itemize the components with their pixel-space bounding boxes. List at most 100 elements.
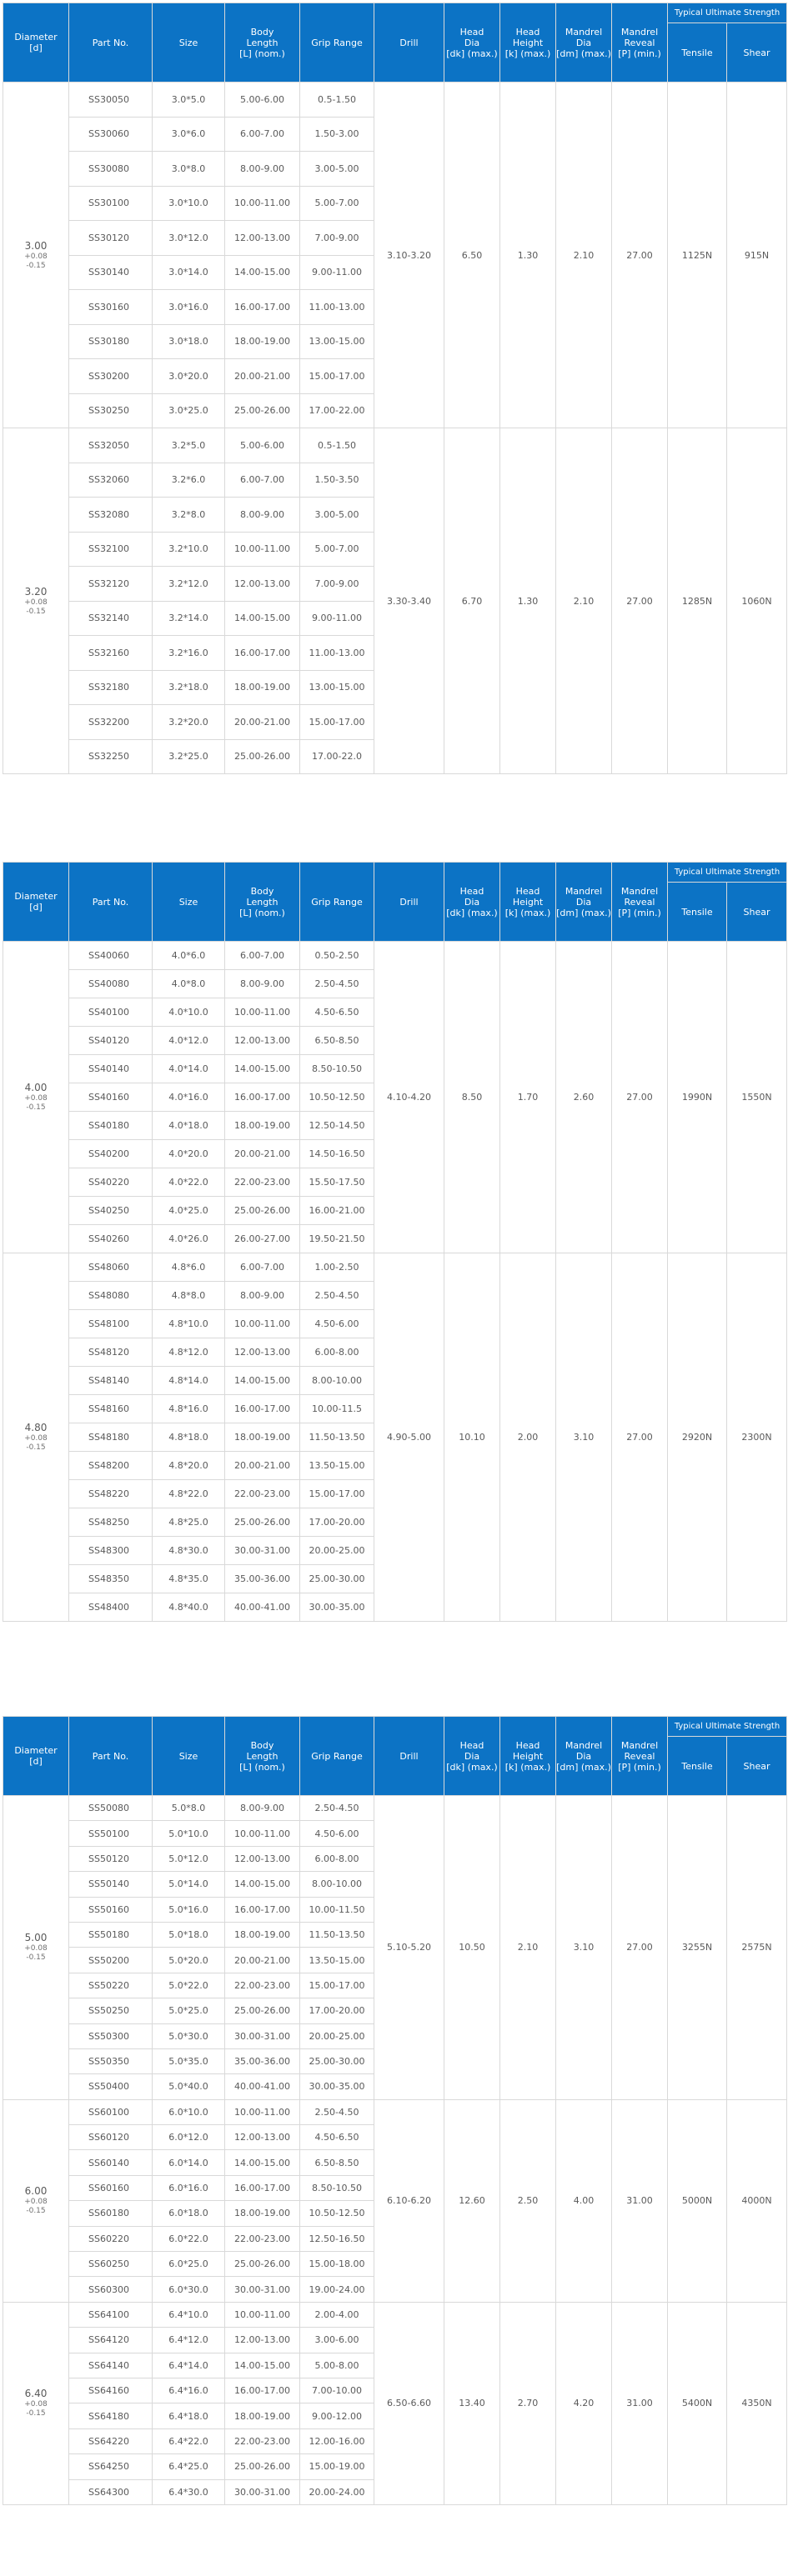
size-cell: 4.0*20.0 <box>152 1139 225 1168</box>
body-length-cell: 14.00-15.00 <box>224 2352 300 2378</box>
header-drill: Drill <box>374 1716 444 1796</box>
drill-cell: 4.90-5.00 <box>374 1253 444 1622</box>
header-tensile: Tensile <box>667 882 727 942</box>
diameter-tolerance-minus: -0.15 <box>26 2207 46 2216</box>
size-cell: 6.4*14.0 <box>152 2352 225 2378</box>
grip-range-cell: 12.50-16.50 <box>299 2225 374 2253</box>
header-body-length-line: [L] (nom.) <box>239 1761 285 1773</box>
header-head-height: Head Height [k] (max.) <box>499 1716 556 1796</box>
size-cell: 3.2*16.0 <box>152 635 225 671</box>
part-number-cell: SS48160 <box>68 1394 153 1423</box>
grip-range-cell: 2.50-4.50 <box>299 1794 374 1822</box>
header-body-length: Body Length [L] (nom.) <box>224 3 300 83</box>
part-number-cell: SS32160 <box>68 635 153 671</box>
header-head-height-line: [k] (max.) <box>504 907 551 918</box>
table-body: 4.00 +0.08 -0.15 SS40060 4.0*6.0 6.00-7.00 0.5… <box>3 941 788 1622</box>
size-cell: 6.0*22.0 <box>152 2225 225 2253</box>
grip-range-cell: 8.00-10.00 <box>299 1366 374 1395</box>
part-number-cell: SS40180 <box>68 1111 153 1140</box>
size-cell: 3.2*25.0 <box>152 738 225 774</box>
tensile-cell: 5400N <box>667 2301 727 2505</box>
header-body-length: Body Length [L] (nom.) <box>224 862 300 942</box>
part-number-cell: SS30100 <box>68 185 153 221</box>
part-number-cell: SS30200 <box>68 358 153 394</box>
grip-range-cell: 15.50-17.50 <box>299 1168 374 1197</box>
header-head-height-line: [k] (max.) <box>504 1761 551 1773</box>
body-length-cell: 8.00-9.00 <box>224 151 300 187</box>
part-number-cell: SS64250 <box>68 2453 153 2480</box>
part-number-cell: SS32060 <box>68 462 153 498</box>
grip-range-cell: 20.00-24.00 <box>299 2478 374 2505</box>
part-number-cell: SS30080 <box>68 151 153 187</box>
size-cell: 4.8*35.0 <box>152 1564 225 1593</box>
body-length-cell: 25.00-26.00 <box>224 1196 300 1225</box>
grip-range-cell: 17.00-22.0 <box>299 738 374 774</box>
shear-cell: 1550N <box>725 941 788 1253</box>
grip-range-cell: 10.00-11.5 <box>299 1394 374 1423</box>
size-cell: 5.0*16.0 <box>152 1896 225 1923</box>
size-cell: 6.0*10.0 <box>152 2098 225 2126</box>
header-mandrel-dia-line: Mandrel <box>565 1739 603 1751</box>
size-cell: 3.0*6.0 <box>152 116 225 152</box>
grip-range-cell: 2.00-4.00 <box>299 2301 374 2328</box>
part-number-cell: SS64220 <box>68 2428 153 2455</box>
body-length-cell: 18.00-19.00 <box>224 1423 300 1452</box>
header-diameter-line: Diameter <box>14 1745 58 1756</box>
header-mandrel-dia-line: [dm] (max.) <box>556 1761 611 1773</box>
grip-range-cell: 6.00-8.00 <box>299 1845 374 1873</box>
spec-table: Diameter [d] Part No. Size Body Length [L] (no… <box>3 862 788 1622</box>
tensile-cell: 3255N <box>667 1795 727 2100</box>
spec-table: Diameter [d] Part No. Size Body Length [L] (no… <box>3 1716 788 2505</box>
grip-range-cell: 4.50-6.00 <box>299 1820 374 1847</box>
part-number-cell: SS50200 <box>68 1947 153 1973</box>
header-mandrel-reveal-line: [P] (min.) <box>618 907 661 918</box>
body-length-cell: 40.00-41.00 <box>224 1593 300 1622</box>
part-number-cell: SS48250 <box>68 1508 153 1537</box>
size-cell: 4.0*8.0 <box>152 969 225 998</box>
header-diameter-line: Diameter <box>14 32 58 43</box>
header-mandrel-dia-line: Dia <box>575 1750 592 1762</box>
body-length-cell: 10.00-11.00 <box>224 998 300 1027</box>
body-length-cell: 20.00-21.00 <box>224 358 300 394</box>
size-cell: 4.8*20.0 <box>152 1451 225 1480</box>
grip-range-cell: 30.00-35.00 <box>299 1593 374 1622</box>
mandrel-reveal-cell: 27.00 <box>611 82 668 428</box>
spec-table-section: Diameter [d] Part No. Size Body Length [L] (no… <box>0 774 788 1622</box>
diameter-tolerance-plus: +0.08 <box>24 598 48 607</box>
tensile-cell: 1285N <box>667 428 727 774</box>
size-cell: 4.8*40.0 <box>152 1593 225 1622</box>
size-cell: 4.0*26.0 <box>152 1224 225 1253</box>
header-mandrel-reveal: Mandrel Reveal [P] (min.) <box>611 3 668 83</box>
header-grip-range: Grip Range <box>299 1716 374 1796</box>
header-mandrel-reveal-line: [P] (min.) <box>618 48 661 59</box>
body-length-cell: 25.00-26.00 <box>224 738 300 774</box>
grip-range-cell: 8.50-10.50 <box>299 1054 374 1083</box>
header-grip-range: Grip Range <box>299 862 374 942</box>
body-length-cell: 20.00-21.00 <box>224 1451 300 1480</box>
part-number-cell: SS48400 <box>68 1593 153 1622</box>
header-mandrel-dia: Mandrel Dia [dm] (max.) <box>555 862 612 942</box>
part-number-cell: SS48200 <box>68 1451 153 1480</box>
size-cell: 6.4*30.0 <box>152 2478 225 2505</box>
header-mandrel-dia-line: [dm] (max.) <box>556 907 611 918</box>
grip-range-cell: 25.00-30.00 <box>299 2048 374 2075</box>
size-cell: 4.8*8.0 <box>152 1281 225 1310</box>
body-length-cell: 18.00-19.00 <box>224 669 300 705</box>
part-number-cell: SS50400 <box>68 2073 153 2100</box>
diameter-tolerance-plus: +0.08 <box>24 2198 48 2207</box>
header-head-dia-line: Dia <box>464 37 480 48</box>
spec-table: Diameter [d] Part No. Size Body Length [L] (no… <box>3 3 788 774</box>
diameter-value: 4.00 <box>24 1082 48 1093</box>
diameter-tolerance-plus: +0.08 <box>24 1094 48 1103</box>
part-number-cell: SS64180 <box>68 2403 153 2429</box>
grip-range-cell: 13.00-15.00 <box>299 323 374 359</box>
header-head-dia-line: [dk] (max.) <box>446 48 498 59</box>
rivet-spec-page: Diameter [d] Part No. Size Body Length [L] (no… <box>0 0 788 2576</box>
body-length-cell: 12.00-13.00 <box>224 566 300 602</box>
diameter-cell: 4.80 +0.08 -0.15 <box>3 1253 69 1622</box>
part-number-cell: SS50300 <box>68 2023 153 2049</box>
grip-range-cell: 30.00-35.00 <box>299 2073 374 2100</box>
header-mandrel-reveal: Mandrel Reveal [P] (min.) <box>611 862 668 942</box>
size-cell: 6.0*30.0 <box>152 2276 225 2303</box>
header-drill: Drill <box>374 862 444 942</box>
